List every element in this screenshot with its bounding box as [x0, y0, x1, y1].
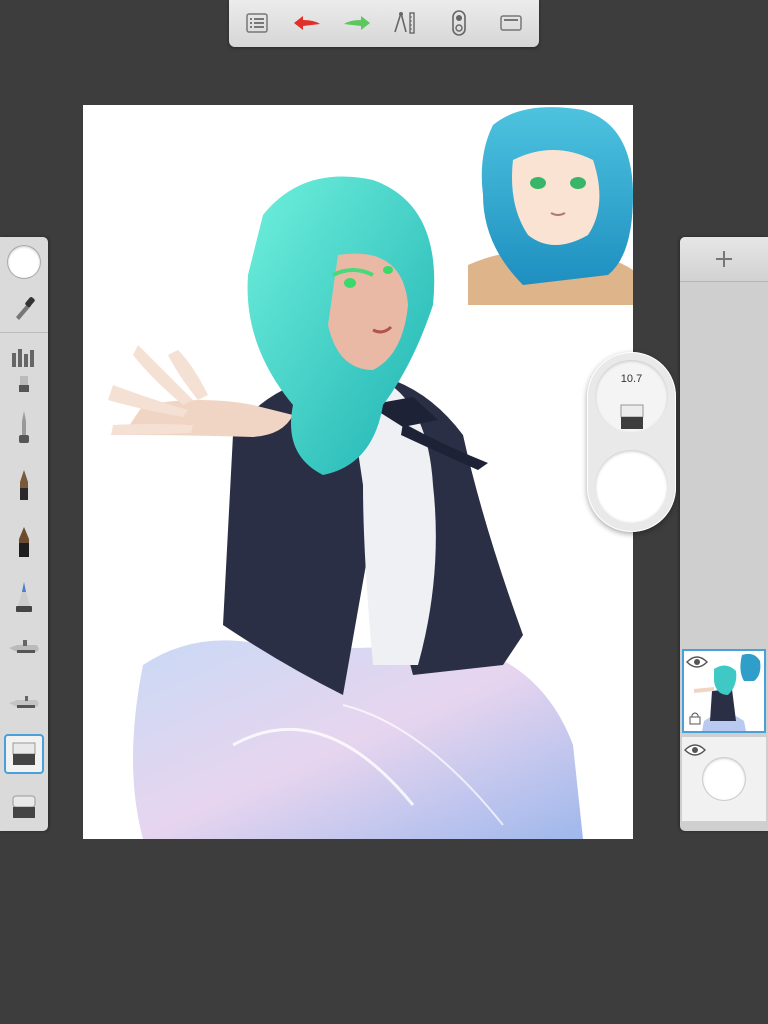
artwork-illustration	[108, 105, 633, 839]
symmetry-button[interactable]	[441, 6, 477, 40]
mirror-symmetry-icon	[452, 10, 466, 36]
eraser-icon	[620, 404, 644, 429]
smudge-button[interactable]	[4, 682, 44, 722]
fullscreen-button[interactable]	[493, 6, 529, 40]
brush-opacity-dial[interactable]	[595, 450, 668, 523]
brush-size-value: 10.7	[620, 373, 643, 385]
lock-icon[interactable]	[689, 711, 701, 725]
redo-icon	[344, 16, 370, 30]
airbrush-button[interactable]	[4, 627, 44, 667]
marker-brush-button[interactable]	[4, 372, 44, 392]
airbrush-icon	[9, 640, 39, 653]
eraser-icon	[12, 742, 36, 765]
pen-brush-icon	[20, 470, 28, 500]
fine-pen-brush-button[interactable]	[4, 522, 44, 562]
pencil-brush-button[interactable]	[4, 407, 44, 447]
eye-icon[interactable]	[686, 655, 708, 669]
brush-library-icon	[12, 349, 34, 367]
pencil-brush-icon	[19, 411, 29, 443]
plus-icon	[716, 251, 732, 267]
marker-brush-icon	[19, 376, 29, 392]
drawing-canvas[interactable]	[83, 105, 633, 839]
pen-brush-button[interactable]	[4, 465, 44, 505]
brush-palette	[0, 237, 48, 831]
top-toolbar	[229, 0, 539, 47]
brush-puck[interactable]: 10.7	[587, 352, 676, 532]
add-layer-button[interactable]	[680, 237, 768, 282]
eyedropper-icon	[16, 297, 35, 320]
layer-panel	[680, 237, 768, 831]
brush-size-dial[interactable]: 10.7	[595, 360, 668, 433]
eye-icon[interactable]	[684, 743, 706, 757]
redo-button[interactable]	[339, 6, 375, 40]
fine-pen-brush-icon	[19, 527, 29, 557]
fullscreen-icon	[500, 15, 522, 31]
undo-button[interactable]	[289, 6, 325, 40]
menu-icon	[246, 13, 268, 33]
color-swatch	[8, 246, 40, 278]
ruler-tools-button[interactable]	[387, 6, 423, 40]
menu-button[interactable]	[239, 6, 275, 40]
eraser-button[interactable]	[4, 734, 44, 774]
background-layer[interactable]	[682, 737, 766, 821]
hard-eraser-button[interactable]	[4, 787, 44, 827]
paint-brush-icon	[16, 582, 32, 612]
smudge-icon	[9, 696, 39, 708]
artwork-layer[interactable]	[682, 649, 766, 733]
ruler-tools-icon	[394, 12, 415, 34]
background-color-swatch	[703, 758, 745, 800]
undo-icon	[294, 16, 320, 30]
eyedropper-button[interactable]	[4, 287, 44, 327]
color-swatch-button[interactable]	[4, 242, 44, 282]
brush-library-button[interactable]	[4, 337, 44, 377]
hard-eraser-icon	[12, 795, 36, 818]
paint-brush-button[interactable]	[4, 577, 44, 617]
